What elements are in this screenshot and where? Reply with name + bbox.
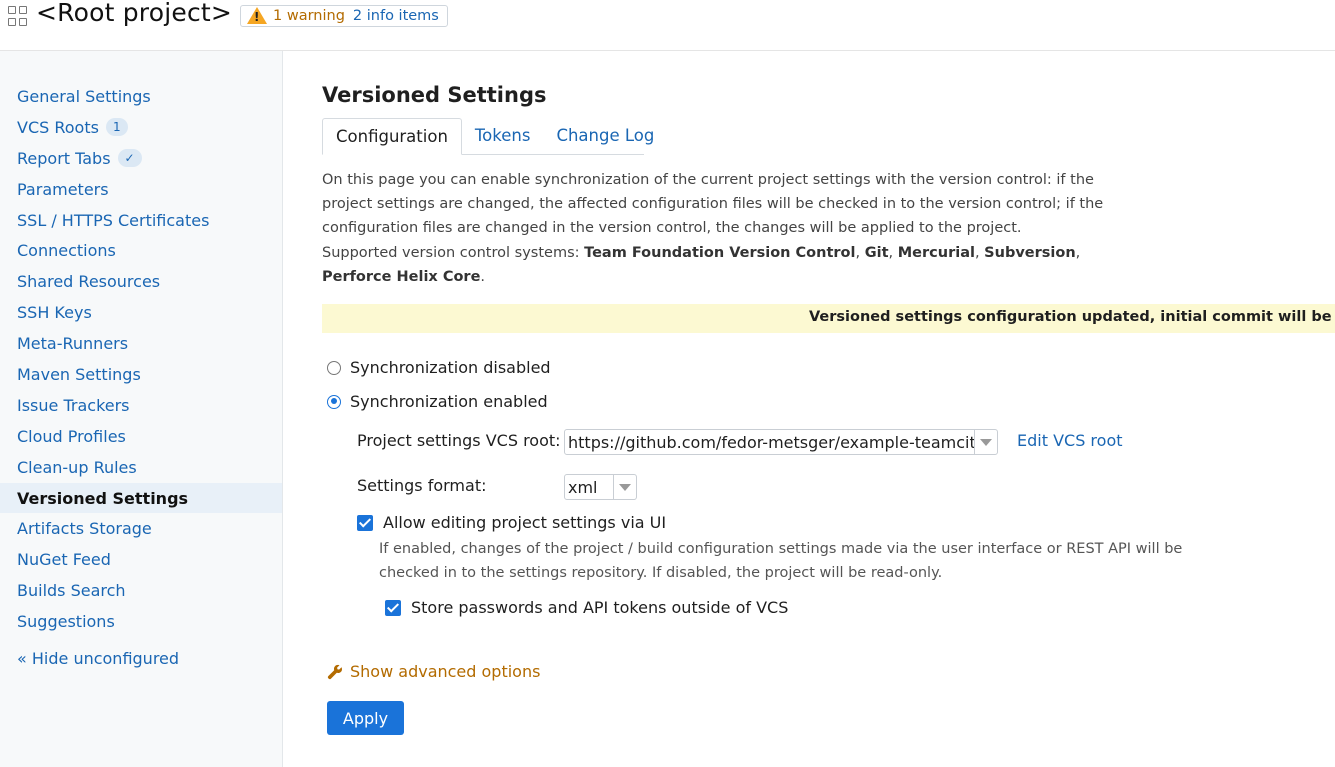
warning-count-link[interactable]: 1 warning [273,8,345,24]
warning-icon [247,6,267,24]
sidebar-item-ssl-certificates[interactable]: SSL / HTTPS Certificates [0,205,282,236]
sidebar-item-versioned-settings[interactable]: Versioned Settings [0,482,282,514]
vcs-root-label: Project settings VCS root: [357,431,561,450]
apply-button[interactable]: Apply [327,701,404,735]
notice-text: Versioned settings configuration updated… [809,309,1335,325]
sidebar-item-builds-search[interactable]: Builds Search [0,575,282,606]
sidebar-item-meta-runners[interactable]: Meta-Runners [0,328,282,359]
sidebar-item-general-settings[interactable]: General Settings [0,81,282,112]
vcs-root-value: https://github.com/fedor-metsger/example… [568,432,974,452]
sidebar-item-artifacts-storage[interactable]: Artifacts Storage [0,513,282,544]
sidebar-item-issue-trackers[interactable]: Issue Trackers [0,390,282,421]
sidebar-item-ssh-keys[interactable]: SSH Keys [0,297,282,328]
sync-disabled-option[interactable]: Synchronization disabled [327,358,551,377]
tab-bar: Configuration Tokens Change Log [322,118,654,155]
settings-sidebar: General Settings VCS Roots 1 Report Tabs ✓… [0,51,283,767]
vcs-roots-count-badge: 1 [105,118,128,137]
vcs-system-git: Git [864,244,889,261]
vcs-system-perforce: Perforce Helix Core [322,268,481,285]
sync-enabled-label: Synchronization enabled [350,392,548,411]
show-advanced-options-link[interactable]: Show advanced options [327,662,540,681]
settings-format-value: xml [568,477,598,497]
report-tabs-check-badge: ✓ [117,149,142,168]
sync-enabled-option[interactable]: Synchronization enabled [327,392,548,411]
sidebar-item-cloud-profiles[interactable]: Cloud Profiles [0,421,282,452]
allow-editing-checkbox[interactable] [357,514,373,531]
vcs-system-tfvc: Team Foundation Version Control [584,244,856,261]
sidebar-item-connections[interactable]: Connections [0,235,282,266]
sidebar-item-suggestions[interactable]: Suggestions [0,606,282,637]
tab-tokens[interactable]: Tokens [462,118,544,154]
sidebar-item-clean-up-rules[interactable]: Clean-up Rules [0,452,282,483]
project-grid-icon[interactable] [8,6,28,26]
chevron-down-icon [974,430,997,454]
edit-vcs-root-link[interactable]: Edit VCS root [1017,431,1123,450]
page-header: <Root project> 1 warning 2 info items [0,0,1335,51]
vcs-system-subversion: Subversion [984,244,1076,261]
sidebar-item-maven-settings[interactable]: Maven Settings [0,359,282,390]
chevron-down-icon [613,475,636,499]
sidebar-item-vcs-roots[interactable]: VCS Roots 1 [0,112,282,143]
update-notice: Versioned settings configuration updated… [322,304,1335,333]
allow-editing-option[interactable]: Allow editing project settings via UI [357,513,666,532]
hide-unconfigured-link[interactable]: « Hide unconfigured [17,649,179,668]
allow-editing-help: If enabled, changes of the project / bui… [379,541,1183,581]
sidebar-item-parameters[interactable]: Parameters [0,174,282,205]
project-title: <Root project> [36,0,233,27]
wrench-icon [327,664,342,679]
supported-prefix: Supported version control systems: [322,244,585,261]
settings-format-label: Settings format: [357,476,487,495]
advanced-options-label: Show advanced options [350,662,541,681]
sidebar-item-report-tabs[interactable]: Report Tabs ✓ [0,143,282,174]
info-count-link[interactable]: 2 info items [353,8,439,24]
tab-configuration[interactable]: Configuration [322,118,462,155]
sidebar-item-nuget-feed[interactable]: NuGet Feed [0,544,282,575]
problems-badge[interactable]: 1 warning 2 info items [240,5,448,27]
settings-format-select[interactable]: xml [564,474,637,500]
description-text: On this page you can enable synchronizat… [322,172,1104,237]
vcs-system-mercurial: Mercurial [897,244,975,261]
sync-disabled-label: Synchronization disabled [350,358,551,377]
sidebar-nav: General Settings VCS Roots 1 Report Tabs ✓… [0,81,282,637]
page-title: Versioned Settings [322,83,547,107]
allow-editing-label: Allow editing project settings via UI [383,513,667,532]
sidebar-item-shared-resources[interactable]: Shared Resources [0,266,282,297]
store-passwords-label: Store passwords and API tokens outside o… [411,598,789,617]
sync-enabled-radio[interactable] [327,394,341,409]
description: On this page you can enable synchronizat… [322,172,1104,285]
vcs-root-select[interactable]: https://github.com/fedor-metsger/example… [564,429,998,455]
store-passwords-checkbox[interactable] [385,599,401,616]
tab-change-log[interactable]: Change Log [543,118,667,154]
sync-disabled-radio[interactable] [327,360,341,375]
store-passwords-option[interactable]: Store passwords and API tokens outside o… [385,598,788,617]
